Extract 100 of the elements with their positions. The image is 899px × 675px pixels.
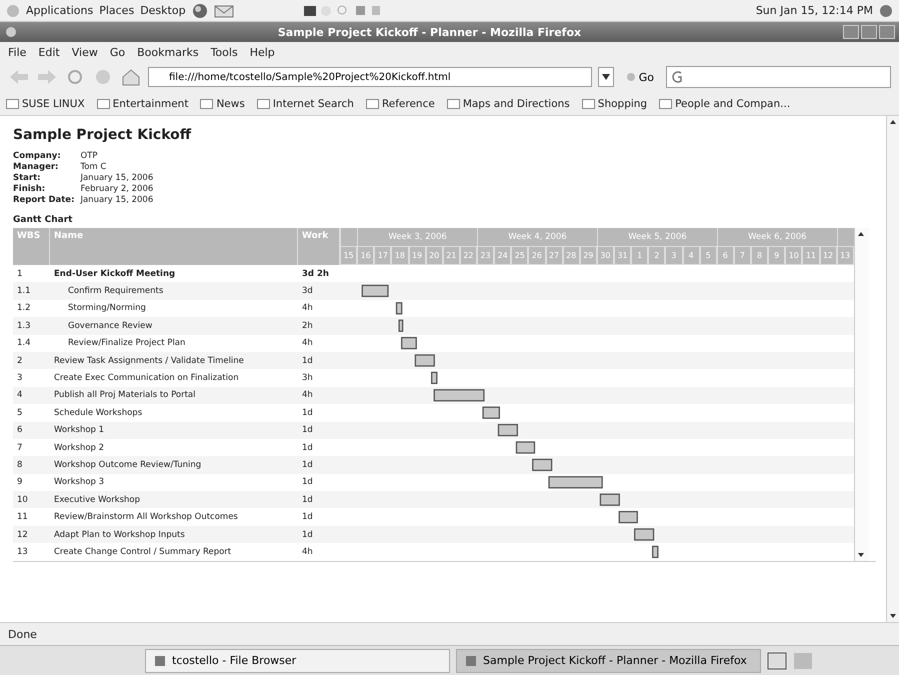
table-cell-text: 3h <box>301 373 314 384</box>
table-cell-text: 1 <box>16 268 24 279</box>
taskbar-button[interactable]: Sample Project Kickoff - Planner - Mozilla Firefox <box>456 648 761 672</box>
table-cell-text: Confirm Requirements <box>67 286 164 296</box>
table-cell-text: Workshop 3 <box>53 477 106 488</box>
table-cell-text: 4h <box>301 390 314 400</box>
table-cell-text: 1d <box>301 425 314 436</box>
table-cell-text: 3 <box>16 373 24 384</box>
table-cell-text: 1d <box>301 442 314 453</box>
day-header: 26 <box>528 246 546 265</box>
table-cell-text: Create Change Control / Summary Report <box>53 546 232 557</box>
bookmark-folder[interactable]: Shopping <box>582 98 648 110</box>
bookmark-folder[interactable]: Internet Search <box>256 98 354 110</box>
table-cell-text: 1d <box>301 356 314 366</box>
info-value: OTP <box>80 151 98 161</box>
table-cell-text: 2 <box>16 356 24 366</box>
day-header: 16 <box>357 246 374 265</box>
table-cell-text: 2h <box>301 320 314 331</box>
info-label: Company: <box>13 151 62 161</box>
table-cell-text: Publish all Proj Materials to Portal <box>53 390 196 400</box>
table-cell-text: 3d 2h <box>301 268 330 279</box>
address-field[interactable]: file:///home/tcostello/Sample%20Project%20Kickoff.html <box>148 67 592 87</box>
table-cell-text: Governance Review <box>67 320 154 331</box>
menu-item[interactable]: Bookmarks <box>137 46 199 58</box>
table-cell-text: 9 <box>16 477 24 488</box>
panel-menu[interactable]: Applications <box>26 4 94 17</box>
day-header: 7 <box>734 246 751 265</box>
bookmark-folder[interactable]: SUSE LINUX <box>6 98 85 110</box>
day-header: 3 <box>665 246 682 265</box>
table-cell-text: 1d <box>301 530 314 540</box>
day-header: 11 <box>802 246 820 265</box>
menu-item[interactable]: View <box>72 46 98 58</box>
day-header: 29 <box>580 246 597 265</box>
taskbar-button[interactable]: tcostello - File Browser <box>145 648 450 672</box>
day-header: 15 <box>340 246 358 265</box>
table-cell-text: 4 <box>16 390 24 400</box>
table-cell-text: 4h <box>301 546 314 557</box>
table-cell-text: 13 <box>16 546 29 557</box>
day-header: 25 <box>511 246 528 265</box>
info-label: Finish: <box>13 184 46 194</box>
table-cell-text: 12 <box>16 530 29 540</box>
panel-clock[interactable]: Sun Jan 15, 12:14 PM <box>756 4 873 17</box>
day-header: 27 <box>546 246 563 265</box>
day-header: 6 <box>716 246 734 265</box>
table-cell-text: 7 <box>16 442 24 453</box>
bookmark-folder[interactable]: Reference <box>366 98 435 110</box>
day-header: 24 <box>494 246 512 265</box>
table-cell-text: Workshop 2 <box>53 442 106 453</box>
menu-item[interactable]: Help <box>250 46 275 58</box>
bookmark-folder[interactable]: Entertainment <box>96 98 188 110</box>
section-title: Gantt Chart <box>13 215 74 225</box>
info-label: Manager: <box>13 162 60 172</box>
table-cell-text: End-User Kickoff Meeting <box>53 268 176 279</box>
table-cell-text: 5 <box>16 408 24 418</box>
table-cell-text: Schedule Workshops <box>53 408 144 418</box>
day-header: 18 <box>391 246 408 265</box>
day-header: 19 <box>408 246 426 265</box>
table-cell-text: 4h <box>301 303 314 314</box>
menu-item[interactable]: Go <box>110 46 126 58</box>
day-header: 1 <box>631 246 648 265</box>
day-header: 31 <box>614 246 632 265</box>
table-cell-text: Workshop Outcome Review/Tuning <box>53 460 202 470</box>
table-cell-text: Executive Workshop <box>53 494 142 505</box>
day-header: 22 <box>460 246 477 265</box>
table-cell-text: Review/Finalize Project Plan <box>67 338 186 348</box>
day-header: 21 <box>442 246 460 265</box>
info-label: Start: <box>13 173 42 183</box>
bookmark-folder[interactable]: News <box>200 98 245 110</box>
panel-menu[interactable]: Desktop <box>140 4 186 17</box>
table-cell-text: Create Exec Communication on Finalization <box>53 373 240 384</box>
table-cell-text: 1d <box>301 477 314 488</box>
info-value: January 15, 2006 <box>80 195 154 205</box>
bookmark-folder[interactable]: People and Compan... <box>659 98 790 110</box>
menu-item[interactable]: File <box>8 46 26 58</box>
day-header: 8 <box>751 246 768 265</box>
table-cell-text: Workshop 1 <box>53 425 106 436</box>
day-header: 5 <box>700 246 717 265</box>
table-cell-text: 10 <box>16 494 29 505</box>
day-header: 12 <box>820 246 837 265</box>
menu-item[interactable]: Edit <box>38 46 60 58</box>
week-header: Week 6, 2006 <box>716 228 837 246</box>
menu-item[interactable]: Tools <box>210 46 238 58</box>
day-header: 28 <box>562 246 580 265</box>
table-cell-text: Storming/Norming <box>67 303 147 314</box>
info-value: Tom C <box>80 162 108 172</box>
day-header: 30 <box>596 246 614 265</box>
week-header: Week 3, 2006 <box>357 228 478 246</box>
info-label: Report Date: <box>13 195 74 205</box>
table-cell-text: 1.4 <box>16 338 32 348</box>
day-header: 10 <box>785 246 802 265</box>
table-cell-text: 1d <box>301 460 314 470</box>
go-button[interactable]: Go <box>620 70 660 84</box>
bookmark-folder[interactable]: Maps and Directions <box>446 98 570 110</box>
week-header: Week 5, 2006 <box>596 228 717 246</box>
window-title: Sample Project Kickoff - Planner - Mozilla Firefox <box>276 26 582 38</box>
day-header: 2 <box>648 246 666 265</box>
day-header: 13 <box>836 246 854 265</box>
table-cell-text: 1d <box>301 512 314 522</box>
panel-menu[interactable]: Places <box>99 4 134 17</box>
info-value: February 2, 2006 <box>80 184 154 194</box>
